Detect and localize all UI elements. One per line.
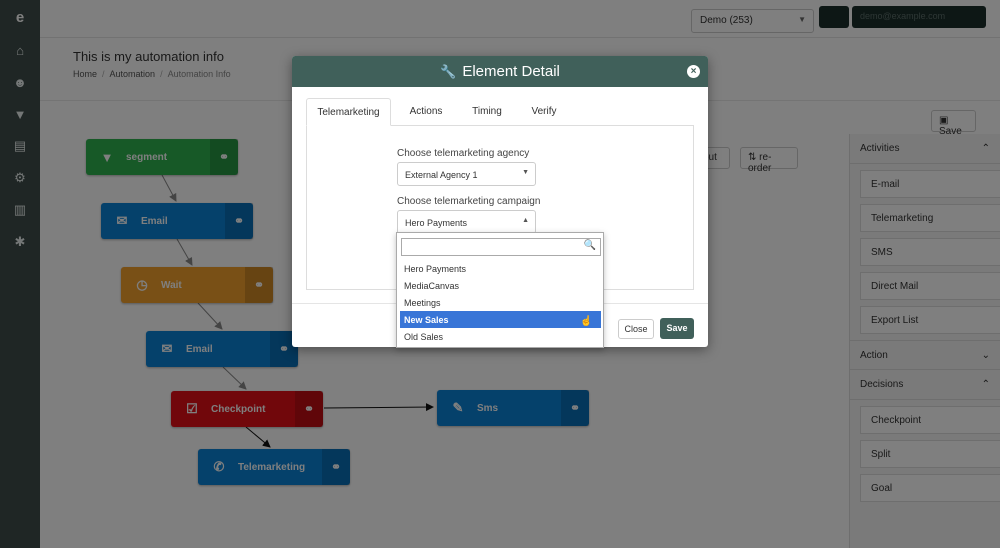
- campaign-dropdown: 🔍 Hero Payments MediaCanvas Meetings New…: [396, 232, 604, 348]
- campaign-select[interactable]: Hero Payments ▲: [397, 210, 536, 234]
- tab-verify[interactable]: Verify: [518, 98, 570, 126]
- caret-down-icon: ▼: [522, 169, 529, 176]
- modal-tabs: Telemarketing Actions Timing Verify: [306, 98, 694, 126]
- dropdown-option[interactable]: Old Sales: [400, 328, 601, 345]
- wrench-icon: 🔧: [440, 63, 457, 79]
- agency-label: Choose telemarketing agency: [397, 148, 530, 159]
- tab-telemarketing[interactable]: Telemarketing: [306, 98, 391, 126]
- close-button[interactable]: Close: [618, 319, 654, 339]
- search-icon: 🔍: [583, 240, 596, 251]
- agency-select[interactable]: External Agency 1 ▼: [397, 162, 536, 186]
- dropdown-option-highlighted[interactable]: New Sales: [400, 311, 601, 328]
- dropdown-option[interactable]: Hero Payments: [400, 260, 601, 277]
- modal-title: Element Detail: [462, 63, 560, 80]
- dropdown-option[interactable]: MediaCanvas: [400, 277, 601, 294]
- hand-cursor-icon: ☝: [580, 316, 593, 327]
- dropdown-option[interactable]: Meetings: [400, 294, 601, 311]
- close-icon[interactable]: ×: [687, 65, 700, 78]
- dropdown-search-input[interactable]: 🔍: [401, 238, 601, 256]
- save-button[interactable]: Save: [660, 318, 694, 339]
- campaign-label: Choose telemarketing campaign: [397, 196, 541, 207]
- tab-timing[interactable]: Timing: [461, 98, 513, 126]
- caret-up-icon: ▲: [522, 217, 529, 224]
- modal-header: 🔧 Element Detail ×: [292, 56, 708, 87]
- tab-actions[interactable]: Actions: [398, 98, 454, 126]
- campaign-select-value: Hero Payments: [405, 218, 468, 228]
- agency-select-value: External Agency 1: [405, 170, 478, 180]
